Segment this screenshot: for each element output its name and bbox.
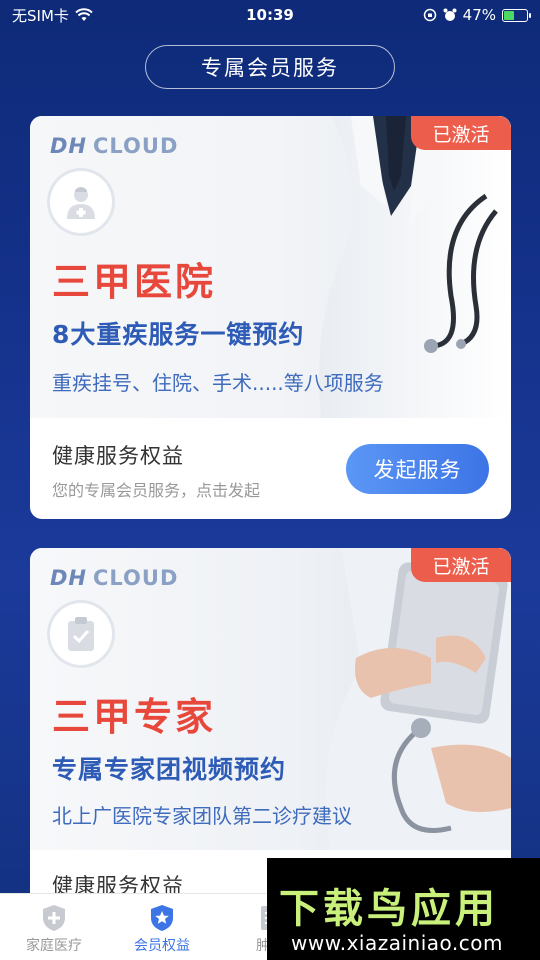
card-title: 三甲专家 [52, 695, 217, 739]
avatar [50, 603, 112, 665]
battery-icon [502, 8, 531, 22]
carrier-label: 无SIM卡 [12, 6, 69, 25]
card-hero: DH CLOUD 三甲医院 8大重疾服务一键预约 重疾挂号、住院、手术.....… [30, 116, 511, 418]
battery-percent: 47% [462, 6, 496, 24]
tab-label: 会员权益 [134, 938, 190, 954]
avatar [50, 171, 112, 233]
footer-title: 健康服务权益 [52, 444, 184, 468]
tab-member-benefits[interactable]: 会员权益 [122, 894, 202, 960]
brand-label: CLOUD [93, 566, 179, 590]
service-card-hospital[interactable]: DH CLOUD 三甲医院 8大重疾服务一键预约 重疾挂号、住院、手术.....… [30, 116, 511, 519]
service-card-expert[interactable]: DH CLOUD 三甲专家 专属专家团视频预约 北上广医院专家团队第二诊疗建议 … [30, 548, 511, 908]
start-service-button[interactable]: 发起服务 [346, 444, 489, 494]
dh-logo-icon: DH [50, 566, 88, 590]
shield-plus-icon [43, 905, 65, 931]
tab-family-medical[interactable]: 家庭医疗 [14, 894, 94, 960]
doctor-icon [67, 187, 95, 219]
watermark: 下载鸟应用 www.xiazainiao.com [267, 858, 540, 960]
footer-description: 您的专属会员服务，点击发起 [52, 481, 261, 500]
brand-label: CLOUD [93, 134, 179, 158]
watermark-title: 下载鸟应用 [279, 886, 499, 932]
clipboard-icon [68, 617, 94, 651]
dh-logo-icon: DH [50, 134, 88, 158]
battery-fill [504, 10, 515, 20]
tab-label: 家庭医疗 [26, 938, 82, 954]
orientation-lock-icon [423, 8, 436, 22]
shield-star-icon [151, 905, 173, 931]
page-title: 专属会员服务 [145, 45, 395, 89]
brand-logo: DH CLOUD [50, 566, 178, 590]
card-hero: DH CLOUD 三甲专家 专属专家团视频预约 北上广医院专家团队第二诊疗建议 [30, 548, 511, 850]
card-description: 北上广医院专家团队第二诊疗建议 [52, 804, 352, 828]
alarm-icon [443, 8, 457, 21]
card-subtitle: 8大重疾服务一键预约 [52, 320, 305, 349]
card-subtitle: 专属专家团视频预约 [52, 755, 287, 784]
wifi-icon [75, 8, 93, 21]
card-description: 重疾挂号、住院、手术.....等八项服务 [52, 371, 384, 395]
card-title: 三甲医院 [52, 260, 217, 304]
status-badge: 已激活 [411, 548, 511, 582]
status-badge: 已激活 [411, 116, 511, 150]
brand-logo: DH CLOUD [50, 134, 178, 158]
status-bar: 无SIM卡 10:39 47% [0, 0, 540, 30]
watermark-url: www.xiazainiao.com [291, 931, 503, 955]
